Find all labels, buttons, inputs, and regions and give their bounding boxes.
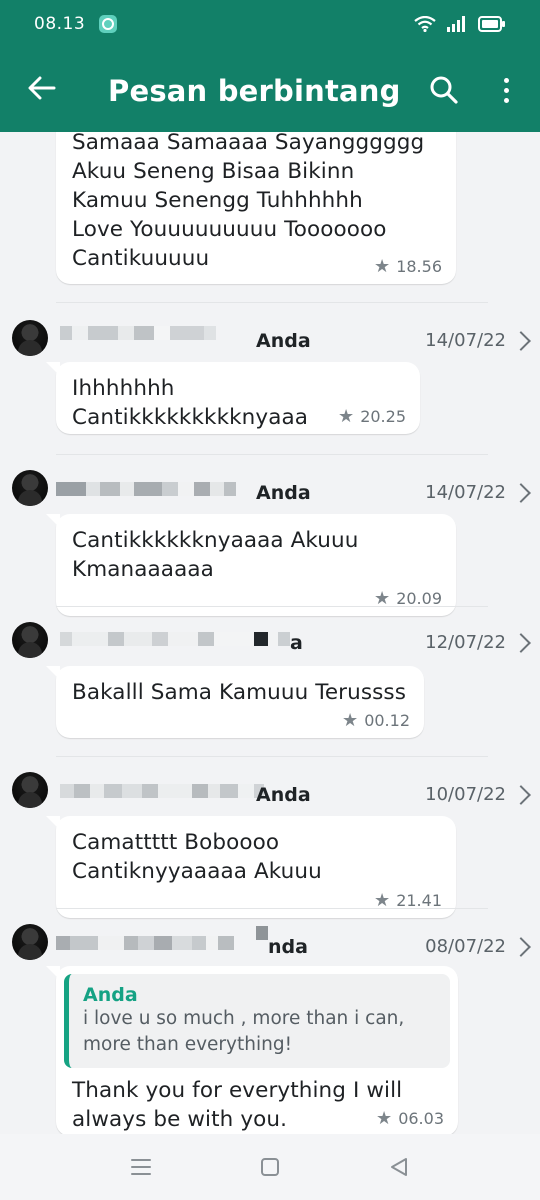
redacted-contact-name bbox=[60, 784, 264, 798]
redacted-contact-name bbox=[60, 632, 290, 646]
home-button[interactable] bbox=[257, 1154, 283, 1180]
triangle-back-icon bbox=[391, 1158, 407, 1176]
star-icon: ★ bbox=[374, 889, 391, 911]
back-button[interactable] bbox=[26, 72, 58, 104]
redacted-contact-name bbox=[56, 482, 236, 496]
recipient-label: a bbox=[290, 632, 303, 654]
wifi-icon bbox=[414, 16, 436, 32]
message-meta: ★ 18.56 bbox=[374, 257, 442, 276]
quoted-text: i love u so much , more than i can, more… bbox=[83, 1008, 405, 1055]
divider bbox=[56, 302, 488, 303]
recipient-label: nda bbox=[268, 936, 308, 958]
message-text: Camattttt Boboooo Cantiknyyaaaaa Akuuu bbox=[72, 830, 322, 884]
star-icon: ★ bbox=[374, 255, 391, 277]
divider bbox=[56, 908, 488, 909]
avatar[interactable] bbox=[12, 772, 48, 808]
page-title: Pesan berbintang bbox=[108, 74, 401, 108]
more-vert-icon bbox=[503, 77, 509, 83]
recent-apps-button[interactable] bbox=[128, 1154, 154, 1180]
app-header: 08.13 Pesan berbintang bbox=[0, 0, 540, 132]
message-date: 10/07/22 bbox=[425, 784, 506, 805]
chevron-right-icon[interactable] bbox=[511, 937, 531, 957]
message-date: 14/07/22 bbox=[425, 330, 506, 351]
avatar[interactable] bbox=[12, 320, 48, 356]
message-meta: ★ 00.12 bbox=[342, 711, 410, 730]
notification-app-icon bbox=[99, 15, 118, 33]
star-icon: ★ bbox=[374, 587, 391, 609]
divider bbox=[56, 454, 488, 455]
message-bubble[interactable]: Ihhhhhhh Cantikkkkkkkkknyaaa ★ 20.25 bbox=[46, 362, 420, 434]
message-time: 18.56 bbox=[396, 257, 442, 276]
avatar[interactable] bbox=[12, 622, 48, 658]
status-bar: 08.13 bbox=[0, 0, 540, 48]
chevron-right-icon[interactable] bbox=[511, 633, 531, 653]
message-time: 00.12 bbox=[364, 711, 410, 730]
starred-message-list[interactable]: Samaaa Samaaaa Sayangggggg Akuu Seneng B… bbox=[0, 132, 540, 1134]
message-time: 06.03 bbox=[398, 1109, 444, 1128]
redacted-contact-name bbox=[56, 936, 234, 950]
back-nav-button[interactable] bbox=[386, 1154, 412, 1180]
message-date: 08/07/22 bbox=[425, 936, 506, 957]
divider bbox=[56, 606, 488, 607]
avatar[interactable] bbox=[12, 470, 48, 506]
divider bbox=[56, 756, 488, 757]
message-text: Cantikkkkkknyaaaa Akuuu Kmanaaaaaa bbox=[72, 528, 359, 582]
message-bubble[interactable]: Anda i love u so much , more than i can,… bbox=[46, 966, 458, 1134]
quoted-sender: Anda bbox=[83, 984, 138, 1006]
message-meta: ★ 06.03 bbox=[376, 1109, 444, 1128]
message-bubble[interactable]: Samaaa Samaaaa Sayangggggg Akuu Seneng B… bbox=[56, 132, 456, 284]
status-time: 08.13 bbox=[34, 14, 86, 34]
chevron-right-icon[interactable] bbox=[511, 483, 531, 503]
redacted-contact-name bbox=[256, 926, 268, 940]
quoted-message[interactable]: Anda i love u so much , more than i can,… bbox=[64, 974, 450, 1068]
chevron-right-icon[interactable] bbox=[511, 331, 531, 351]
message-time: 20.25 bbox=[360, 407, 406, 426]
back-arrow-icon bbox=[28, 76, 56, 100]
message-date: 12/07/22 bbox=[425, 632, 506, 653]
square-icon bbox=[261, 1158, 279, 1176]
chevron-right-icon[interactable] bbox=[511, 785, 531, 805]
signal-icon bbox=[447, 16, 465, 32]
more-options-button[interactable] bbox=[494, 72, 518, 108]
recipient-label: Anda bbox=[256, 784, 311, 806]
message-meta: ★ 20.25 bbox=[338, 407, 406, 426]
message-bubble[interactable]: Camattttt Boboooo Cantiknyyaaaaa Akuuu ★… bbox=[46, 816, 456, 918]
star-icon: ★ bbox=[376, 1107, 393, 1129]
search-icon bbox=[430, 76, 458, 104]
battery-icon bbox=[478, 16, 505, 32]
menu-lines-icon bbox=[131, 1159, 151, 1175]
message-bubble[interactable]: Cantikkkkkknyaaaa Akuuu Kmanaaaaaa ★ 20.… bbox=[46, 514, 456, 616]
star-icon: ★ bbox=[338, 405, 355, 427]
star-icon: ★ bbox=[342, 709, 359, 731]
system-navigation-bar bbox=[0, 1134, 540, 1200]
message-date: 14/07/22 bbox=[425, 482, 506, 503]
recipient-label: Anda bbox=[256, 330, 311, 352]
message-text: Samaaa Samaaaa Sayangggggg Akuu Seneng B… bbox=[72, 132, 425, 271]
status-icons bbox=[414, 16, 506, 32]
recipient-label: Anda bbox=[256, 482, 311, 504]
redacted-contact-name bbox=[60, 326, 216, 340]
message-bubble[interactable]: Bakalll Sama Kamuuu Terussss ★ 00.12 bbox=[46, 666, 424, 738]
search-button[interactable] bbox=[426, 72, 462, 108]
message-text: Bakalll Sama Kamuuu Terussss bbox=[72, 680, 407, 705]
avatar[interactable] bbox=[12, 924, 48, 960]
